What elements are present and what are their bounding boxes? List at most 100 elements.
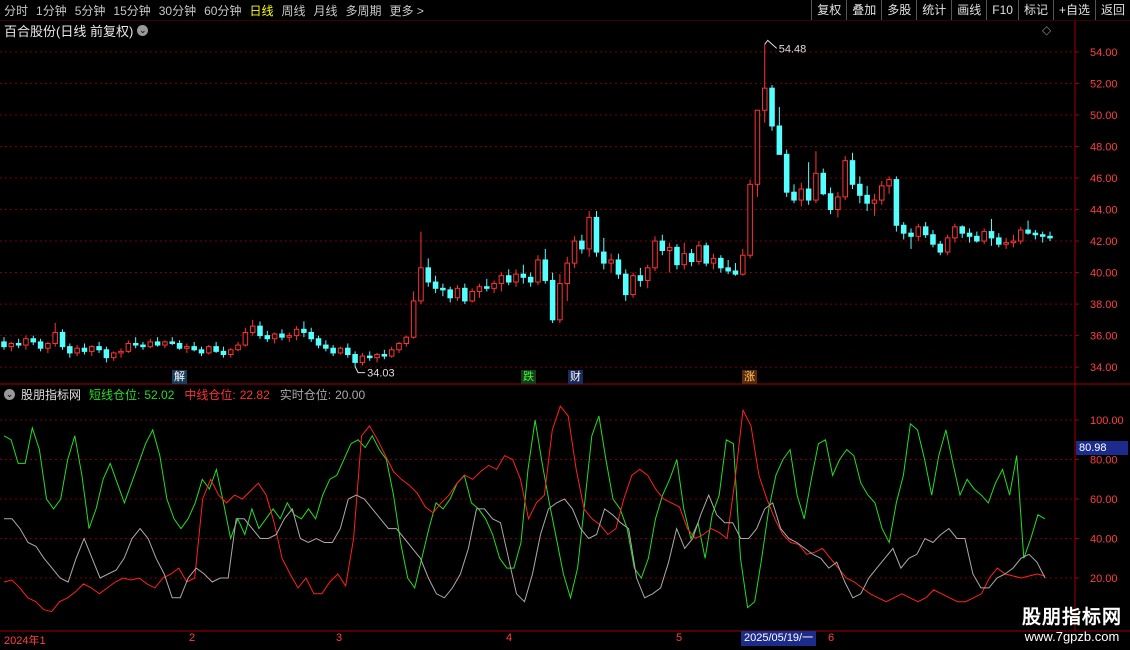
candle-body: [864, 194, 870, 204]
candle-body: [1, 341, 7, 348]
candle-body: [937, 243, 944, 253]
candle-body: [330, 347, 336, 354]
candle-body: [747, 183, 753, 256]
price-tick-label: 48.00: [1090, 141, 1118, 153]
candle-body: [776, 125, 783, 155]
candle-body: [366, 355, 373, 359]
candle-body: [249, 325, 256, 333]
watermark: 股朋指标网 www.7gpzb.com: [1022, 602, 1122, 644]
candle-body: [315, 338, 322, 346]
candle-body: [659, 240, 666, 251]
candle-body: [681, 253, 688, 266]
indicator-tick-label: 60.00: [1090, 494, 1118, 506]
date-start: 2024年1: [4, 635, 46, 647]
watermark-url: www.7gpzb.com: [1024, 629, 1120, 644]
date-month-4: 4: [506, 632, 513, 644]
candle-body: [674, 246, 680, 266]
candle-body: [1032, 232, 1039, 236]
candle-body: [418, 267, 424, 302]
event-marker-finance[interactable]: 财: [568, 370, 583, 384]
mid-label: 中线仓位:: [184, 388, 236, 402]
candle-body: [30, 338, 37, 343]
candle-body: [871, 199, 878, 204]
candle-body: [74, 347, 80, 354]
candle-body: [988, 231, 995, 239]
candle-body: [396, 342, 402, 351]
date-axis: 2024年1 2 3 4 5 6: [0, 631, 1075, 650]
candle-body: [374, 354, 380, 359]
candle-body: [308, 331, 314, 340]
candle-body: [169, 341, 176, 344]
candle-body: [125, 342, 132, 352]
candle-body: [469, 290, 475, 302]
high-marker-line: [764, 39, 778, 49]
indicator-tick-label: 20.00: [1090, 573, 1118, 585]
candle-body: [740, 254, 746, 275]
kline-chart-canvas[interactable]: 54.00 52.00 50.00 48.00 46.00 44.00 42.00 40.00…: [0, 0, 1130, 650]
candle-body: [45, 342, 51, 349]
price-tick-label: 42.00: [1090, 236, 1118, 248]
candle-body: [15, 342, 22, 346]
candle-body: [1010, 240, 1017, 244]
candle-body: [981, 231, 987, 242]
candle-body: [930, 234, 936, 245]
candle-body: [644, 267, 651, 281]
cursor-value-badge: 80.98: [1076, 441, 1128, 455]
candle-body: [586, 216, 592, 250]
candle-body: [798, 188, 805, 201]
candle-body: [491, 283, 497, 289]
candle-body: [162, 341, 168, 346]
candle-body: [615, 259, 622, 275]
short-value: 52.02: [144, 387, 175, 402]
candle-body: [103, 349, 110, 359]
short-label: 短线仓位:: [89, 388, 141, 402]
date-month-2: 2: [189, 632, 196, 644]
event-marker-drop[interactable]: 跌: [521, 370, 536, 384]
candle-body: [842, 160, 848, 198]
candle-body: [140, 344, 146, 348]
candle-body: [96, 346, 102, 351]
event-marker-rise[interactable]: 涨: [742, 370, 757, 384]
candle-body: [279, 333, 285, 338]
price-tick-label: 46.00: [1090, 173, 1118, 185]
candle-body: [235, 344, 241, 351]
candle-body: [791, 191, 797, 201]
candle-body: [352, 354, 358, 363]
candle-body: [410, 300, 417, 338]
indicator-tick-label: 100.00: [1090, 415, 1124, 427]
candle-body: [813, 172, 819, 201]
indicator-name: 股朋指标网: [21, 388, 82, 402]
candle-body: [652, 240, 658, 269]
candle-body: [805, 188, 812, 201]
candle-body: [666, 246, 673, 251]
candle-body: [783, 153, 790, 193]
candle-body: [432, 281, 439, 289]
candle-body: [242, 331, 249, 346]
chevron-down-icon[interactable]: ⌄: [4, 389, 15, 400]
candle-body: [527, 276, 534, 283]
candle-body: [52, 331, 58, 344]
watermark-title: 股朋指标网: [1021, 607, 1122, 628]
candle-body: [959, 226, 965, 234]
candle-body: [271, 333, 278, 340]
candle-body: [886, 179, 892, 187]
candle-body: [403, 336, 410, 344]
price-tick-label: 54.00: [1090, 47, 1118, 59]
candle-body: [835, 196, 841, 211]
candle-body: [67, 346, 73, 354]
candle-body: [601, 251, 607, 264]
candle-body: [966, 232, 973, 237]
candle-body: [900, 224, 907, 234]
candle-body: [8, 342, 15, 348]
candle-body: [857, 183, 863, 196]
candle-body: [608, 259, 614, 264]
candle-body: [1017, 229, 1024, 242]
candle-body: [820, 172, 827, 195]
date-month-5: 5: [676, 632, 683, 644]
candle-body: [710, 257, 717, 264]
real-value: 20.00: [335, 387, 366, 402]
candle-body: [293, 328, 300, 337]
selected-date: 2025/05/19/一: [741, 631, 817, 646]
event-marker-unlock[interactable]: 解: [172, 370, 187, 384]
high-marker-label: 54.48: [779, 43, 807, 55]
